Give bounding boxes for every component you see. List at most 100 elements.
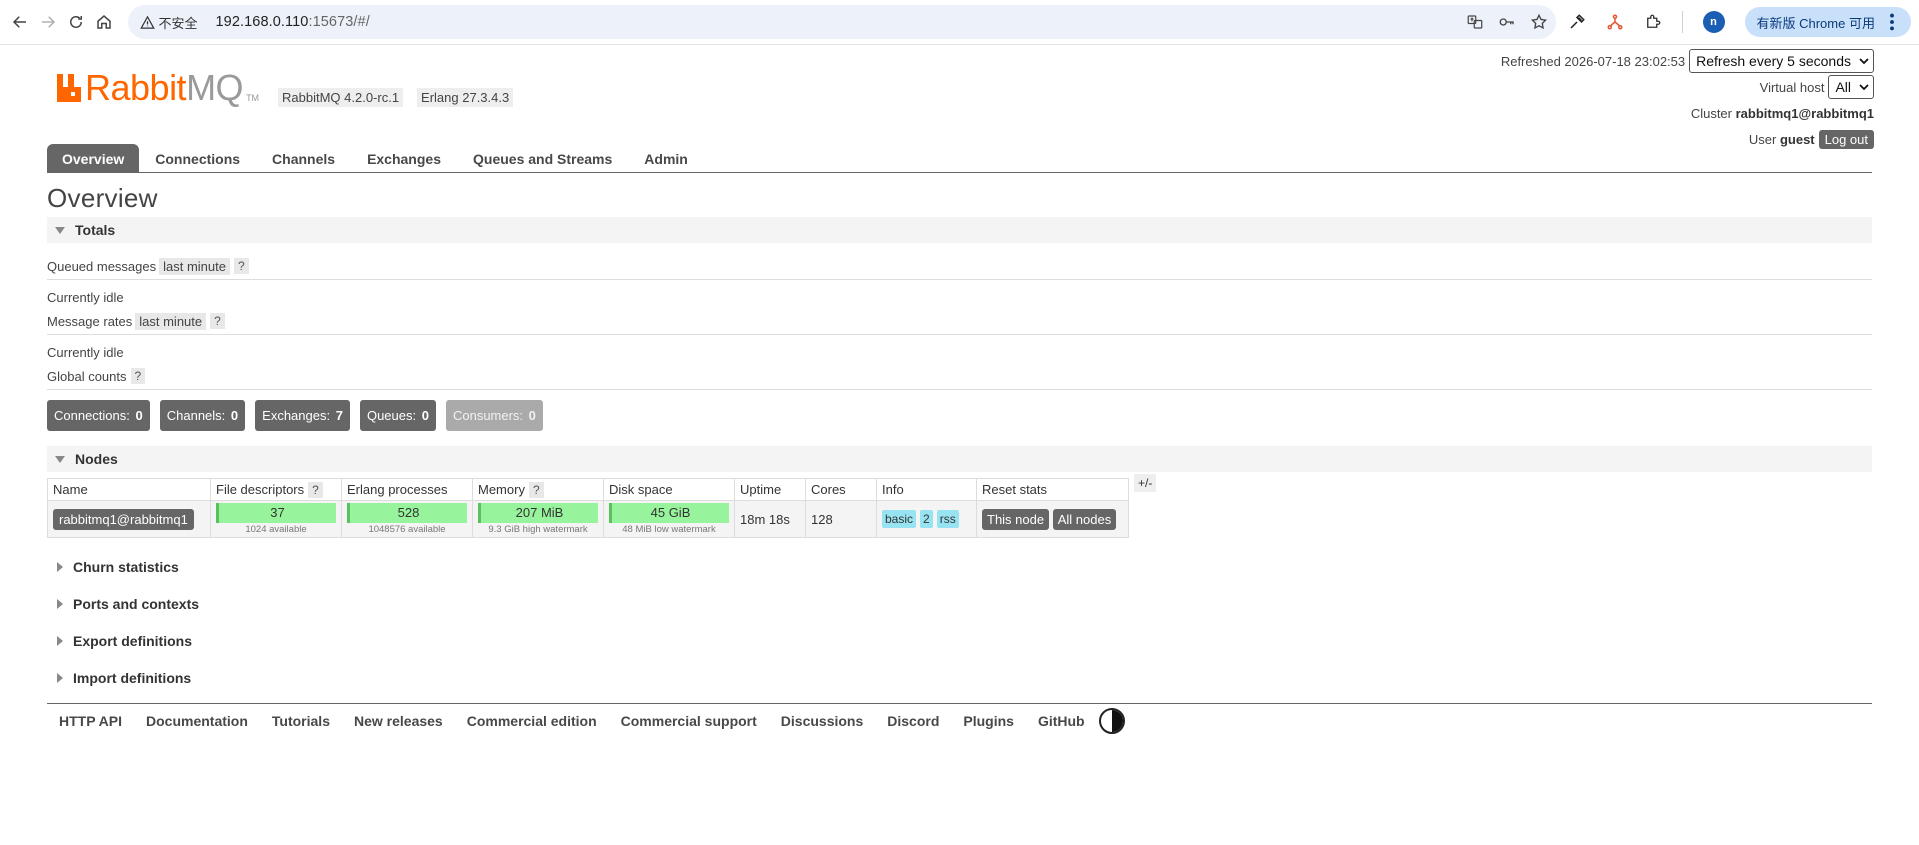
erlang-version: Erlang 27.3.4.3 (417, 88, 514, 107)
address-bar[interactable]: 不安全 192.168.0.110:15673/#/ (127, 5, 1556, 39)
col-memory: Memory? (472, 478, 604, 501)
fd-available: 1024 available (245, 524, 307, 535)
nodes-table: Name File descriptors? Erlang processes … (47, 478, 1129, 538)
nodes-heading: Nodes (75, 451, 118, 467)
footer-link-documentation[interactable]: Documentation (146, 713, 248, 729)
cores-cell: 128 (805, 500, 877, 538)
disk-cell: 45 GiB 48 MiB low watermark (603, 500, 735, 538)
uptime-cell: 18m 18s (734, 500, 806, 538)
theme-toggle-icon[interactable] (1098, 707, 1125, 734)
count-label: Channels: (166, 408, 226, 423)
footer-link-new-releases[interactable]: New releases (354, 713, 443, 729)
mem-bar: 207 MiB (478, 503, 598, 523)
back-icon[interactable] (10, 8, 30, 36)
logo-mq: MQ (186, 67, 244, 108)
extension-network-icon[interactable] (1606, 13, 1624, 31)
info-tag-count: 2 (920, 510, 933, 528)
exchanges-count-button[interactable]: Exchanges: 7 (255, 400, 350, 431)
password-key-icon[interactable] (1498, 13, 1516, 31)
nodes-table-header: Name File descriptors? Erlang processes … (47, 478, 1129, 501)
queued-range-selector[interactable]: last minute (159, 257, 230, 275)
reload-icon[interactable] (66, 8, 86, 36)
node-name-link[interactable]: rabbitmq1@rabbitmq1 (53, 508, 194, 530)
tab-admin[interactable]: Admin (628, 144, 704, 173)
footer-links: HTTP API Documentation Tutorials New rel… (47, 703, 1872, 737)
reset-this-node-button[interactable]: This node (982, 508, 1050, 530)
extensions-puzzle-icon[interactable] (1644, 13, 1662, 31)
help-button[interactable]: ? (210, 313, 225, 329)
cluster-label: Cluster (1690, 105, 1732, 121)
churn-statistics-toggle[interactable]: Churn statistics (47, 554, 1872, 580)
totals-heading: Totals (75, 222, 116, 238)
refresh-interval-select[interactable]: Refresh every 5 seconds (1689, 49, 1874, 73)
nodes-section-toggle[interactable]: Nodes (47, 446, 1872, 472)
queued-messages-label: Queued messages (47, 258, 157, 274)
url-text[interactable]: 192.168.0.110:15673/#/ (216, 14, 370, 30)
import-definitions-toggle[interactable]: Import definitions (47, 665, 1872, 691)
vhost-select[interactable]: All (1828, 75, 1874, 99)
url-host: 192.168.0.110 (215, 14, 309, 30)
bookmark-star-icon[interactable] (1530, 13, 1548, 31)
fd-cell: 37 1024 available (210, 500, 342, 538)
footer-link-commercial-support[interactable]: Commercial support (621, 713, 757, 729)
export-definitions-toggle[interactable]: Export definitions (47, 628, 1872, 654)
help-button[interactable]: ? (528, 482, 544, 498)
totals-section-toggle[interactable]: Totals (47, 217, 1872, 243)
forward-icon[interactable] (38, 8, 58, 36)
help-button[interactable]: ? (234, 258, 249, 274)
footer-link-discord[interactable]: Discord (887, 713, 939, 729)
profile-avatar[interactable]: n (1702, 11, 1725, 33)
chrome-update-button[interactable]: 有新版 Chrome 可用 (1744, 7, 1911, 37)
security-indicator[interactable]: 不安全 (139, 13, 208, 32)
fd-bar: 37 (216, 503, 336, 523)
section-label: Export definitions (73, 633, 192, 649)
info-tag-rss: rss (936, 510, 959, 528)
collapsed-triangle-icon (57, 599, 63, 609)
info-cell: basic 2 rss (876, 500, 977, 538)
eyedropper-icon[interactable] (1568, 13, 1586, 31)
footer-link-commercial-edition[interactable]: Commercial edition (467, 713, 597, 729)
rabbitmq-page: RabbitMQ TM RabbitMQ 4.2.0-rc.1 Erlang 2… (47, 46, 1874, 734)
chevron-down-icon (1859, 58, 1869, 65)
help-button[interactable]: ? (308, 482, 323, 498)
rates-idle-text: Currently idle (47, 345, 124, 360)
tab-queues-and-streams[interactable]: Queues and Streams (457, 144, 628, 173)
rates-range-selector[interactable]: last minute (135, 312, 207, 330)
main-content: Overview Totals Queued messages last min… (47, 183, 1872, 737)
col-reset-stats: Reset stats (976, 478, 1129, 501)
queues-count-button[interactable]: Queues: 0 (359, 400, 436, 431)
section-label: Churn statistics (73, 559, 179, 575)
section-label: Import definitions (73, 670, 192, 686)
tab-overview[interactable]: Overview (47, 144, 140, 173)
rabbitmq-logo[interactable]: RabbitMQ TM (57, 70, 259, 106)
connections-count-button[interactable]: Connections: 0 (47, 400, 150, 431)
refresh-interval-value: Refresh every 5 seconds (1696, 53, 1851, 69)
footer-link-http-api[interactable]: HTTP API (59, 713, 122, 729)
translate-icon[interactable] (1466, 13, 1484, 31)
tab-connections[interactable]: Connections (139, 144, 256, 173)
footer-link-tutorials[interactable]: Tutorials (272, 713, 330, 729)
collapsed-triangle-icon (57, 673, 63, 683)
logo-tm: TM (246, 93, 260, 103)
column-toggle-button[interactable]: +/- (1134, 474, 1157, 492)
channels-count-button[interactable]: Channels: 0 (159, 400, 246, 431)
update-label: 有新版 Chrome 可用 (1756, 15, 1875, 31)
footer-link-github[interactable]: GitHub (1038, 713, 1085, 729)
reset-all-nodes-button[interactable]: All nodes (1052, 508, 1117, 530)
footer-link-discussions[interactable]: Discussions (781, 713, 863, 729)
url-path: :15673/#/ (308, 14, 370, 30)
rabbitmq-version: RabbitMQ 4.2.0-rc.1 (278, 88, 404, 107)
consumers-count-button[interactable]: Consumers: 0 (445, 400, 543, 431)
header-status: Refreshed 2026-07-18 23:02:53 Refresh ev… (1501, 49, 1874, 154)
toolbar-divider (1681, 11, 1683, 33)
global-counts: Connections: 0 Channels: 0 Exchanges: 7 … (47, 400, 1872, 431)
browser-toolbar: 不安全 192.168.0.110:15673/#/ n 有新版 Chrome … (0, 0, 1919, 45)
tab-channels[interactable]: Channels (256, 144, 351, 173)
count-label: Consumers: (452, 408, 524, 423)
tab-exchanges[interactable]: Exchanges (351, 144, 457, 173)
home-icon[interactable] (94, 8, 114, 36)
footer-link-plugins[interactable]: Plugins (963, 713, 1014, 729)
ports-and-contexts-toggle[interactable]: Ports and contexts (47, 591, 1872, 617)
help-button[interactable]: ? (130, 368, 146, 384)
more-menu-icon (1890, 13, 1894, 31)
